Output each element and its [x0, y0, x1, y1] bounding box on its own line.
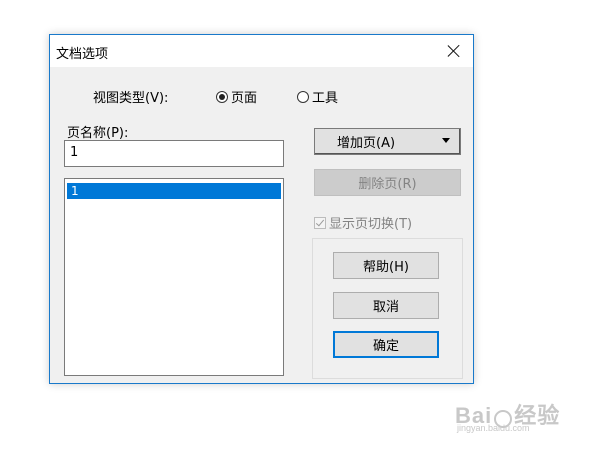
title-bar: 文档选项 — [50, 35, 473, 67]
dialog-title: 文档选项 — [56, 47, 109, 62]
radio-page-label: 页面 — [231, 91, 258, 106]
radio-tool[interactable]: 工具 — [297, 87, 338, 106]
radio-tool-label: 工具 — [312, 91, 339, 106]
document-options-dialog: 文档选项 视图类型(V): 页面 工具 页名称(P): 1 1 增加页(A) 删… — [49, 34, 474, 384]
radio-page-button[interactable] — [216, 90, 228, 103]
page-name-label: 页名称(P): — [67, 126, 129, 141]
close-icon[interactable] — [445, 42, 463, 60]
page-name-input[interactable]: 1 — [64, 140, 284, 167]
radio-page[interactable]: 页面 — [216, 87, 257, 106]
add-page-label: 增加页(A) — [337, 136, 396, 151]
page-list[interactable]: 1 — [64, 178, 284, 376]
add-page-button[interactable]: 增加页(A) — [314, 128, 461, 155]
ok-button[interactable]: 确定 — [333, 331, 439, 358]
page-list-item[interactable]: 1 — [67, 183, 281, 199]
baidu-watermark: Bai 经验 jingyan.baidu.com — [455, 398, 560, 433]
view-type-label: 视图类型(V): — [93, 91, 169, 106]
watermark-url: jingyan.baidu.com — [457, 423, 530, 433]
cancel-button[interactable]: 取消 — [333, 292, 439, 319]
dropdown-arrow-icon[interactable] — [442, 138, 450, 143]
delete-page-button[interactable]: 删除页(R) — [314, 169, 461, 196]
checkbox-box[interactable] — [314, 216, 326, 229]
show-page-switch-checkbox[interactable]: 显示页切换(T) — [314, 213, 412, 232]
help-button[interactable]: 帮助(H) — [333, 252, 439, 279]
radio-tool-button[interactable] — [297, 90, 309, 103]
show-page-switch-label: 显示页切换(T) — [329, 217, 413, 232]
